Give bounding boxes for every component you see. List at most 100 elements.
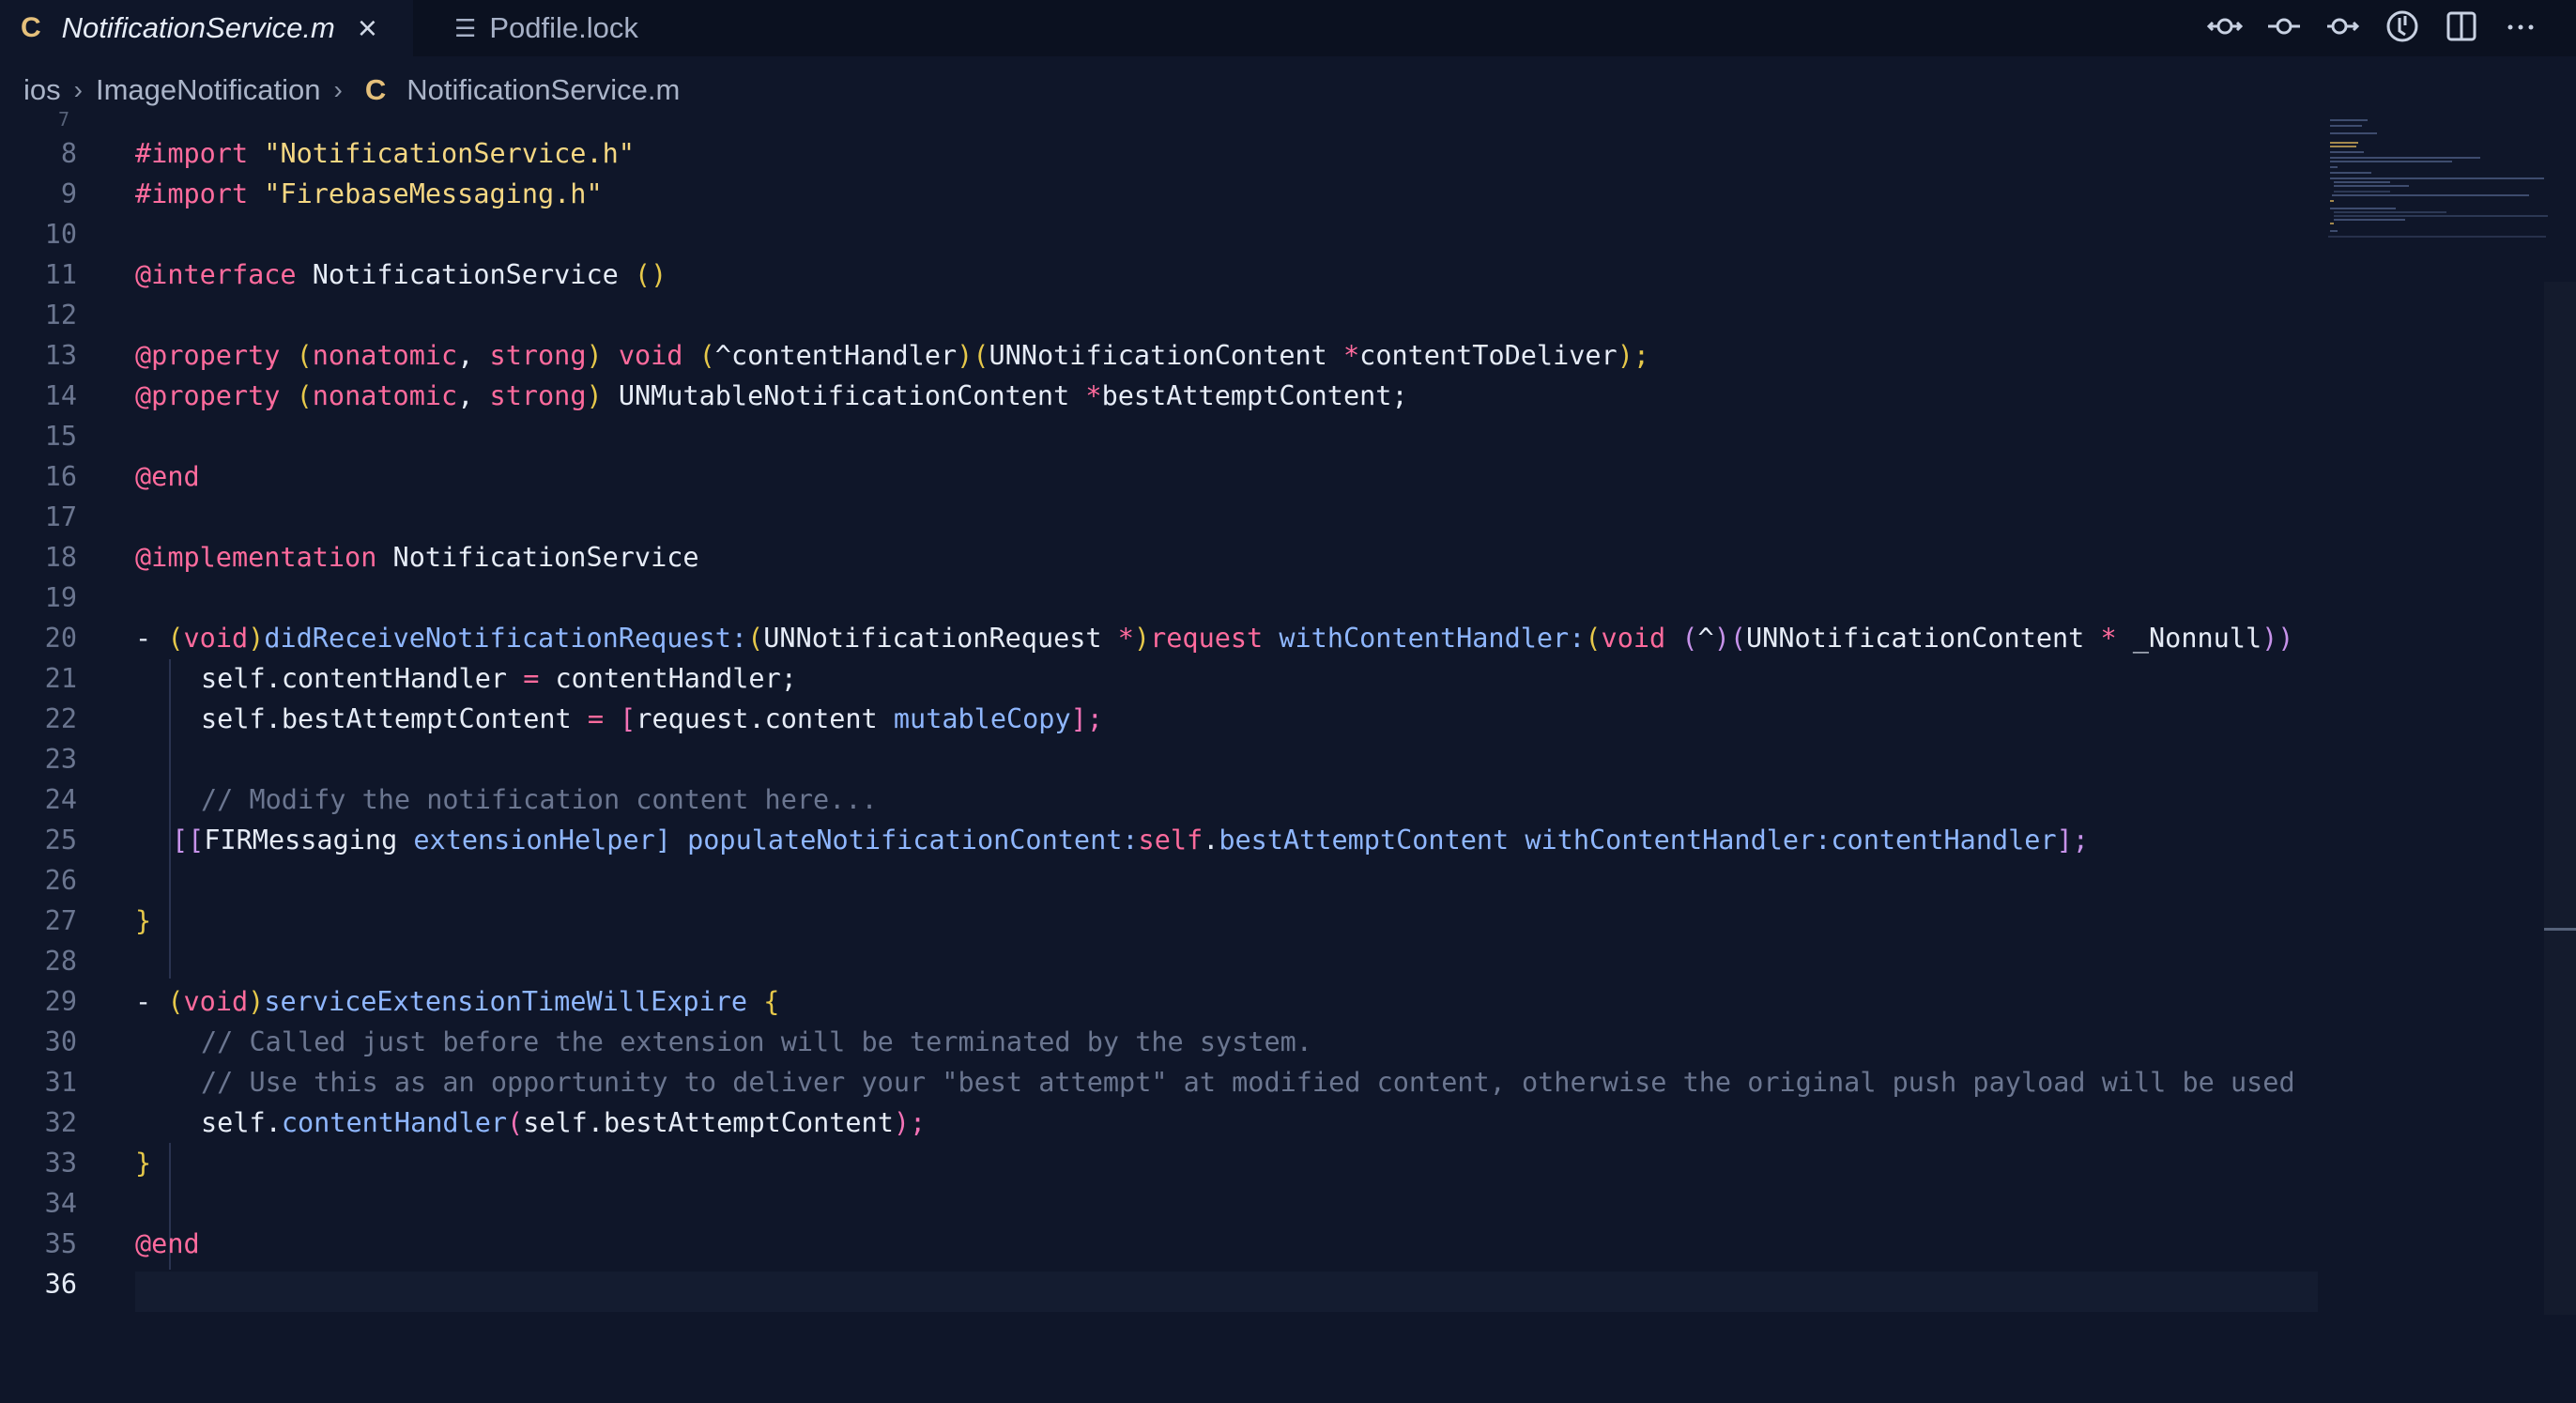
tab-podfile-lock[interactable]: ☰ Podfile.lock — [413, 0, 676, 56]
tab-label: NotificationService.m — [61, 11, 335, 44]
token: self — [1138, 825, 1204, 856]
minimap-line — [2330, 151, 2364, 153]
token: ( — [1585, 623, 1602, 654]
token: withContentHandler: — [1509, 825, 1832, 856]
line-number-partial: 7 — [58, 108, 70, 131]
token: ^contentHandler — [714, 340, 958, 371]
line-number: 20 — [44, 623, 77, 654]
code-line: 19 — [0, 577, 2319, 617]
token: ; — [1391, 380, 1408, 411]
token: . — [748, 703, 765, 734]
line-number: 33 — [44, 1148, 77, 1179]
line-number: 14 — [44, 380, 77, 411]
minimap-line — [2330, 146, 2356, 147]
minimap-line — [2330, 208, 2396, 209]
token: didReceiveNotificationRequest: — [264, 623, 748, 654]
line-number: 27 — [44, 905, 77, 936]
token: { — [747, 986, 780, 1017]
c-file-icon: C — [364, 73, 387, 106]
token: . — [1203, 825, 1219, 856]
code-line: 9 #import "FirebaseMessaging.h" — [0, 173, 2319, 213]
git-commit-icon[interactable] — [2266, 8, 2302, 44]
token: ); — [1617, 340, 1650, 371]
token: FIRMessaging — [204, 825, 398, 856]
minimap-line — [2330, 200, 2334, 202]
minimap-line — [2334, 181, 2390, 183]
token: request — [636, 703, 749, 734]
breadcrumb-item-ios[interactable]: ios — [23, 73, 61, 107]
line-number: 23 — [44, 744, 77, 775]
code-line: 24 // Modify the notification content he… — [0, 779, 2319, 819]
token: UNNotificationContent — [1746, 623, 2101, 654]
token: serviceExtensionTimeWillExpire — [264, 986, 748, 1017]
token: request — [1150, 623, 1264, 654]
minimap-line — [2330, 132, 2377, 134]
line-number: 15 — [44, 421, 77, 452]
line-number: 32 — [44, 1107, 77, 1138]
line-number: 19 — [44, 582, 77, 613]
split-editor-icon[interactable] — [2444, 8, 2479, 44]
token: ^ — [1697, 623, 1714, 654]
line-number: 25 — [44, 825, 77, 856]
token: - — [135, 623, 168, 654]
token: @implementation — [135, 542, 377, 573]
token: ; — [780, 663, 797, 694]
token: // Use this as an opportunity to deliver… — [201, 1067, 2295, 1098]
line-number: 30 — [44, 1026, 77, 1057]
scrollbar-cursor-marker — [2544, 928, 2576, 931]
timeline-icon[interactable] — [2384, 8, 2420, 44]
code-line: 36 — [0, 1263, 2319, 1303]
token: void — [618, 340, 683, 371]
line-number: 13 — [44, 340, 77, 371]
vertical-scrollbar[interactable] — [2544, 282, 2576, 1315]
minimap-line — [2330, 119, 2368, 121]
git-compare-icon[interactable] — [2207, 8, 2243, 44]
git-push-icon[interactable] — [2325, 8, 2361, 44]
token: @end — [135, 461, 200, 492]
code-editor[interactable]: 7 8 #import "NotificationService.h" 9 #i… — [0, 108, 2319, 1403]
token: contentHandler — [281, 1107, 508, 1138]
token: * — [2100, 623, 2117, 654]
close-icon[interactable]: × — [358, 11, 377, 45]
token: contentHandler — [281, 663, 508, 694]
token: void — [1601, 623, 1666, 654]
code-line: 30 // Called just before the extension w… — [0, 1021, 2319, 1061]
token: )( — [957, 340, 989, 371]
breadcrumb: ios › ImageNotification › C Notification… — [0, 62, 680, 118]
code-line: 20 - (void) didReceiveNotificationRequest… — [0, 617, 2319, 657]
code-line: 22 self.bestAttemptContent = [request.co… — [0, 698, 2319, 738]
token: . — [265, 1107, 282, 1138]
more-icon[interactable] — [2503, 8, 2538, 44]
minimap[interactable] — [2328, 117, 2549, 258]
token: ) — [1133, 623, 1151, 654]
code-line: 31 // Use this as an opportunity to deli… — [0, 1061, 2319, 1102]
line-number: 12 — [44, 300, 77, 331]
breadcrumb-item-file[interactable]: NotificationService.m — [406, 73, 680, 107]
line-number: 22 — [44, 703, 77, 734]
line-number: 16 — [44, 461, 77, 492]
token: ] — [654, 825, 688, 856]
token: )) — [2262, 623, 2294, 654]
token: * — [1343, 340, 1360, 371]
token: ( — [167, 986, 184, 1017]
token: } — [135, 905, 152, 936]
line-number: 36 — [44, 1269, 77, 1300]
token: bestAttemptContent — [1219, 825, 1510, 856]
token: ]; — [1070, 703, 1103, 734]
token: bestAttemptContent — [281, 703, 572, 734]
token: "NotificationService.h" — [264, 138, 635, 169]
tab-notificationservice-m[interactable]: C NotificationService.m × — [0, 0, 413, 56]
code-line: 29 - (void)serviceExtensionTimeWillExpir… — [0, 980, 2319, 1021]
token: . — [265, 703, 282, 734]
breadcrumb-item-imagenotification[interactable]: ImageNotification — [96, 73, 321, 107]
token: , — [457, 340, 490, 371]
code-line: 15 — [0, 415, 2319, 455]
code-line: 32 self.contentHandler(self.bestAttemptC… — [0, 1102, 2319, 1142]
token: self — [201, 1107, 266, 1138]
token: nonatomic — [312, 340, 458, 371]
token: [ — [620, 703, 636, 734]
token: = — [507, 663, 556, 694]
code-line: 35 @end — [0, 1223, 2319, 1263]
token: ) — [248, 986, 265, 1017]
code-line: 23 — [0, 738, 2319, 779]
